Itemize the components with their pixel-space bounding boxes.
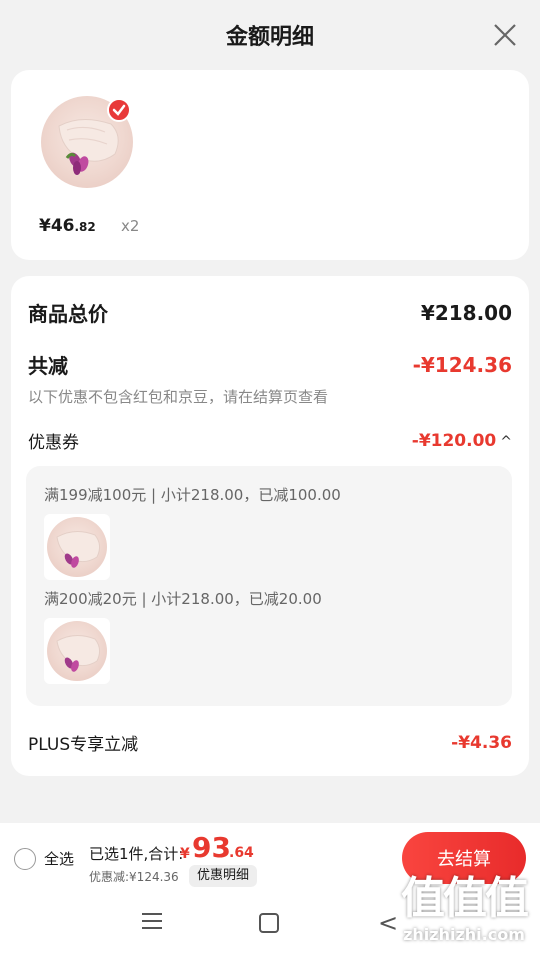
- item-price-int: ¥46: [39, 216, 75, 236]
- total-decimal: .64: [229, 845, 254, 861]
- home-icon[interactable]: [259, 913, 279, 933]
- total-row: 商品总价 ¥218.00: [28, 298, 512, 327]
- menu-icon[interactable]: [142, 913, 162, 933]
- selected-items-card: ¥46.82 x2: [11, 70, 529, 260]
- plus-label: PLUS专享立减: [28, 735, 139, 755]
- price-breakdown-card: 商品总价 ¥218.00 共减 -¥124.36 以下优惠不包含红包和京豆，请在…: [11, 276, 529, 776]
- chevron-up-icon[interactable]: ^: [500, 434, 512, 450]
- watermark-logo: 值值值: [401, 873, 529, 924]
- total-value: ¥218.00: [420, 300, 512, 325]
- coupon-detail-box: 满199减100元 | 小计218.00，已减100.00 满200减20元 |…: [26, 466, 512, 706]
- reduce-row: 共减 -¥124.36: [28, 350, 512, 379]
- coupon-value-group[interactable]: -¥120.00 ^: [412, 431, 512, 451]
- page-title: 金额明细: [225, 25, 314, 50]
- selected-summary: 已选1件,合计:: [89, 845, 184, 863]
- discount-amount: 优惠减:¥124.36: [89, 870, 179, 884]
- total-label: 商品总价: [28, 302, 108, 326]
- discount-detail-button[interactable]: 优惠明细: [189, 865, 258, 887]
- item-price: ¥46.82: [39, 216, 96, 236]
- close-icon[interactable]: [492, 22, 518, 48]
- coupon-row[interactable]: 优惠券 -¥120.00 ^: [28, 428, 512, 454]
- plus-row: PLUS专享立减 -¥4.36: [28, 730, 512, 756]
- item-price-dec: .82: [74, 220, 96, 234]
- reduce-label: 共减: [28, 354, 68, 378]
- total-integer: 93: [192, 831, 231, 864]
- check-icon[interactable]: [107, 98, 131, 122]
- reduce-value: -¥124.36: [412, 352, 512, 377]
- select-all-label[interactable]: 全选: [44, 848, 74, 869]
- watermark-url: zhizhizhi.com: [403, 925, 525, 944]
- coupon-label: 优惠券: [28, 433, 79, 453]
- coupon-item-thumbnail-2[interactable]: [44, 618, 110, 684]
- coupon-item-thumbnail-1[interactable]: [44, 514, 110, 580]
- header: 金额明细: [0, 0, 540, 70]
- total-currency: ¥: [180, 846, 190, 862]
- coupon-line-1: 满199减100元 | 小计218.00，已减100.00: [44, 486, 341, 504]
- site-watermark: 值值值 zhizhizhi.com: [394, 873, 534, 953]
- select-all-radio[interactable]: [14, 848, 36, 870]
- plus-value: -¥4.36: [451, 732, 512, 753]
- item-qty: x2: [121, 217, 140, 235]
- coupon-line-2: 满200减20元 | 小计218.00，已减20.00: [44, 590, 322, 608]
- coupon-value: -¥120.00: [411, 430, 497, 451]
- discount-note: 以下优惠不包含红包和京豆，请在结算页查看: [28, 388, 329, 406]
